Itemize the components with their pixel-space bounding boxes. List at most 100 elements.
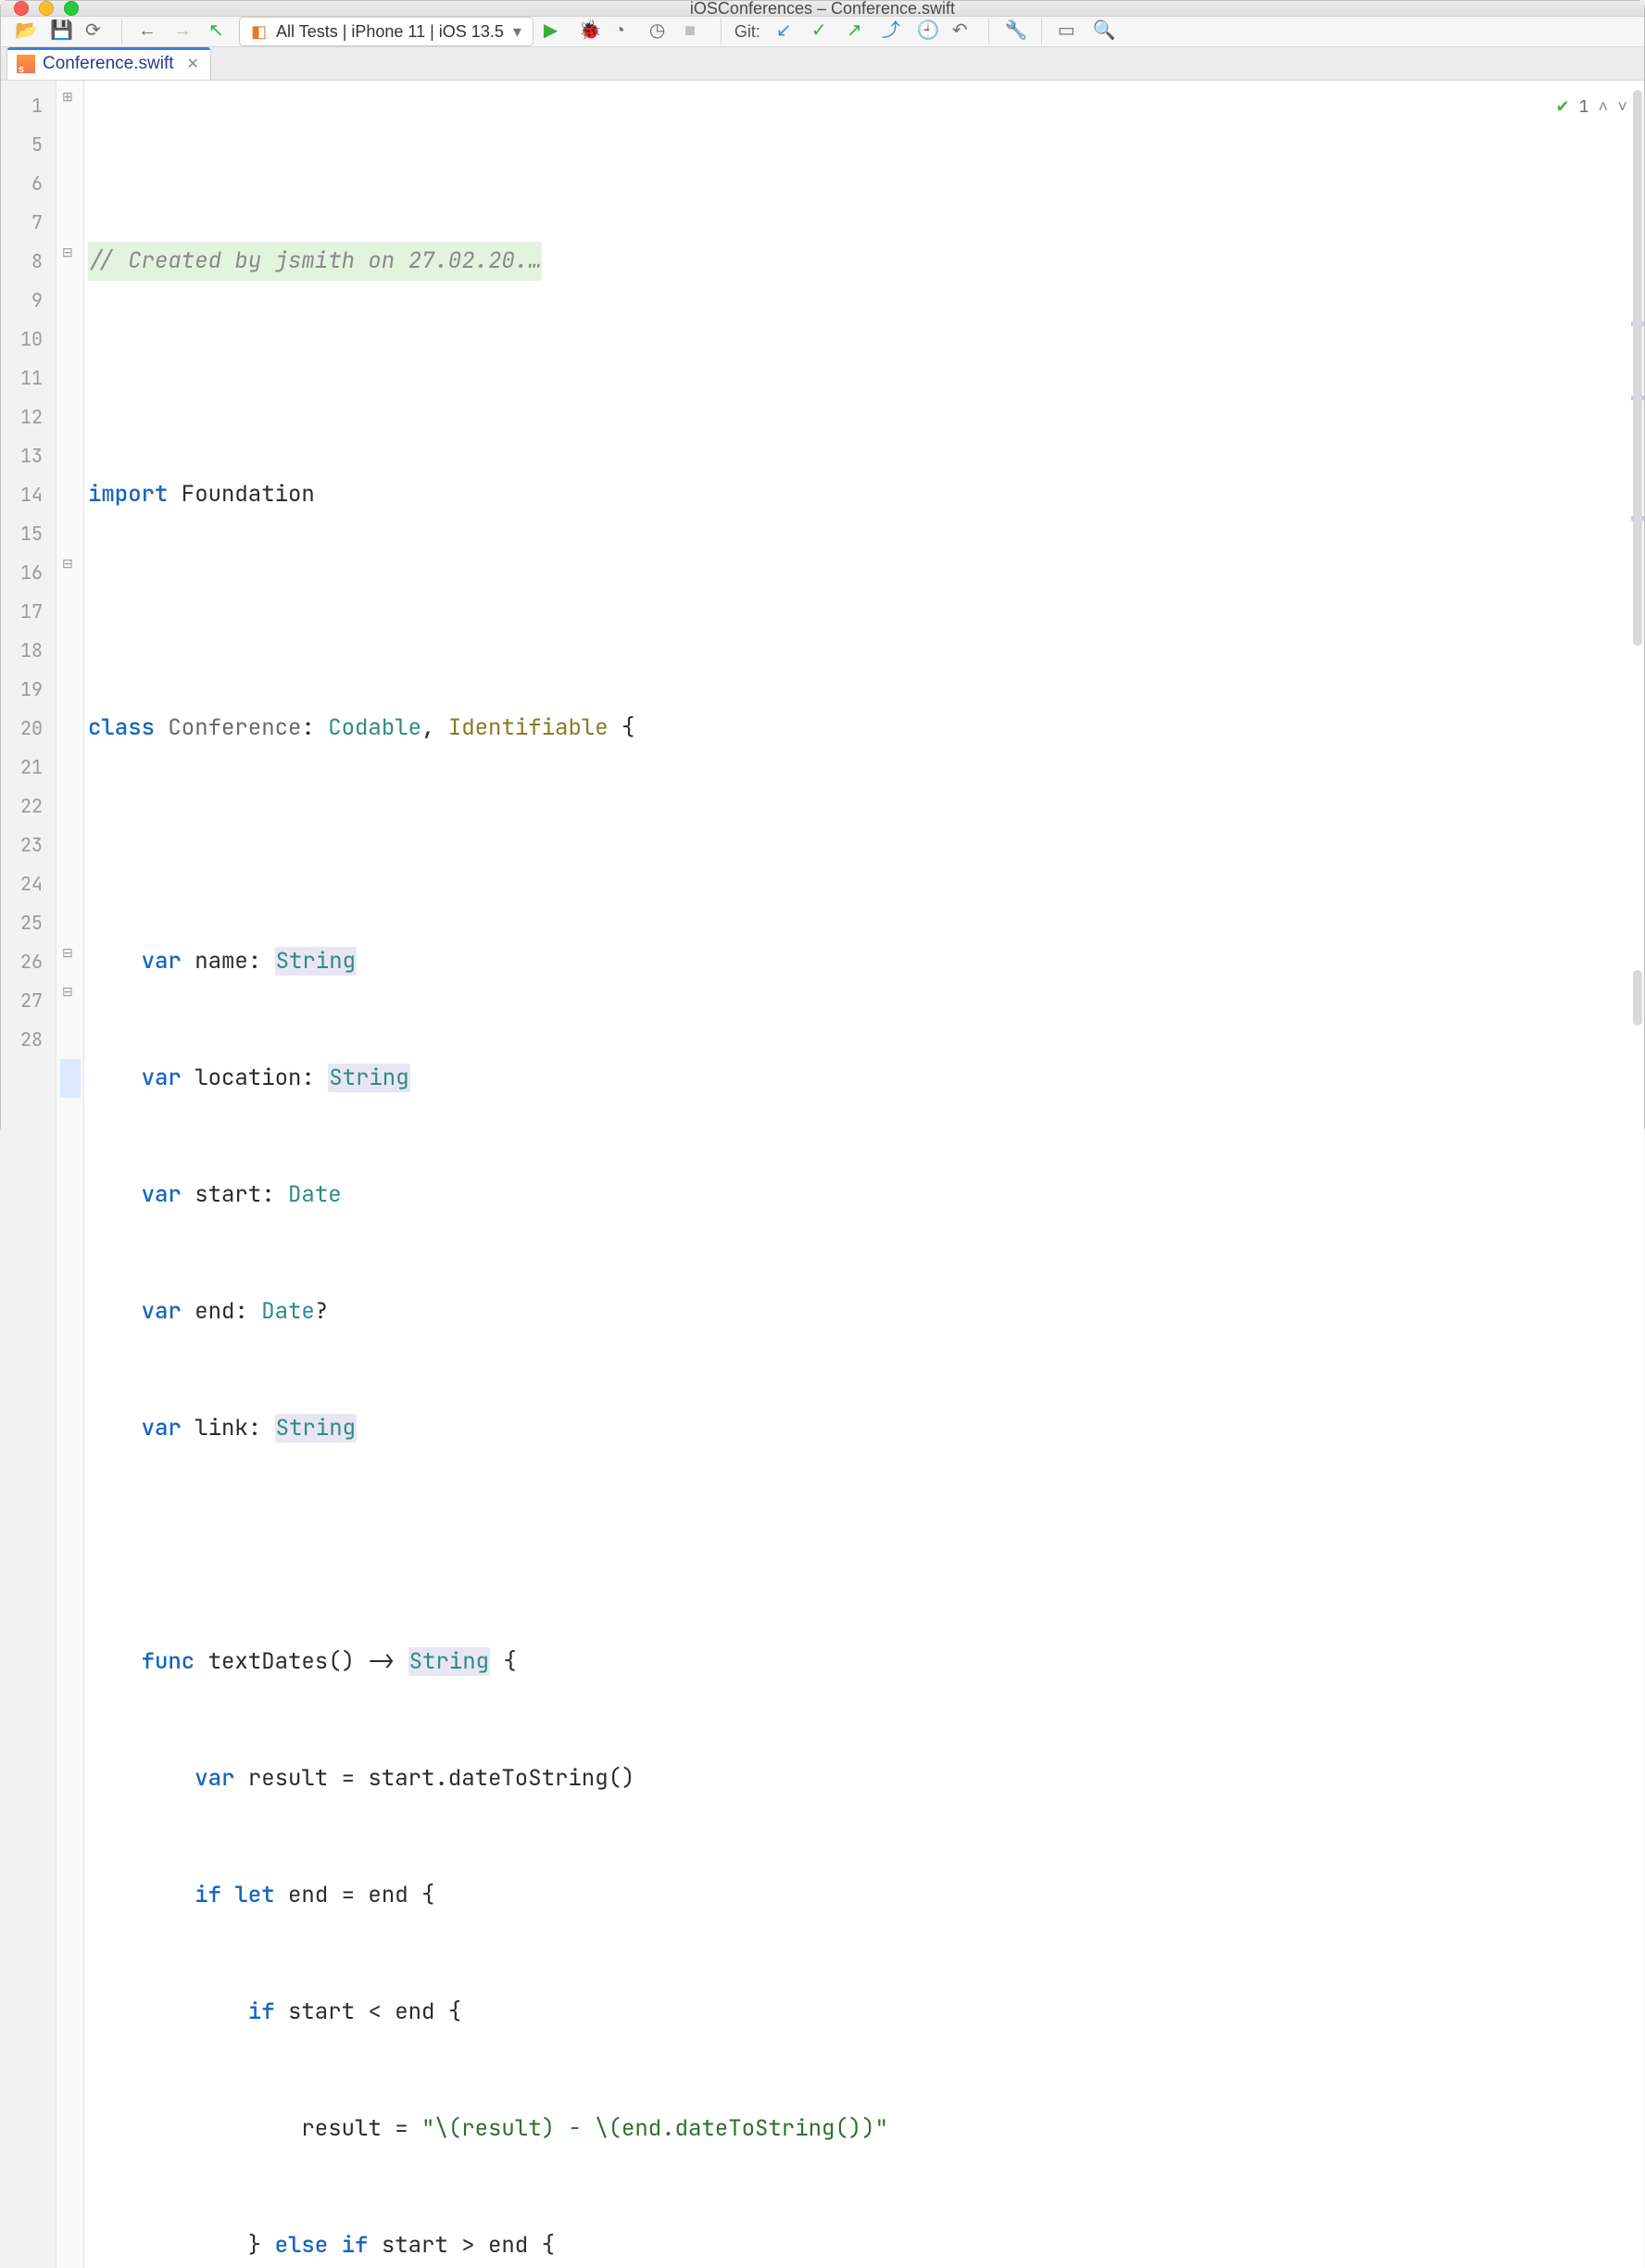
profile-icon[interactable]: ◷ [645,17,674,46]
code-keyword: class [88,713,168,742]
code-keyword: var [88,1414,195,1443]
code-text: Foundation [168,480,314,509]
breakpoint-marker[interactable] [60,1059,81,1098]
code-text: link: [195,1414,274,1443]
code-keyword: var [88,1764,248,1793]
close-window-button[interactable] [14,1,29,16]
code-keyword: func [88,1647,208,1676]
code-type: String [275,947,357,976]
line-number[interactable]: 13 [1,436,56,475]
git-commit-icon[interactable]: ✓ [807,17,836,46]
editor-tabs: Conference.swift ✕ [1,47,1644,81]
line-number[interactable]: 21 [1,748,56,787]
editor: 1567891011121314151617181920212223242526… [1,81,1644,2268]
code-protocol: Identifiable [448,713,609,742]
run-config-text: All Tests | iPhone 11 | iOS 13.5 [276,22,504,42]
fold-collapse-icon[interactable]: ⊟ [62,246,75,258]
scrollbar-thumb[interactable] [1633,970,1642,1026]
code-type: Date [288,1180,342,1209]
code-type: String [275,1414,357,1443]
run-config-selector[interactable]: ◧ All Tests | iPhone 11 | iOS 13.5 ▾ [239,17,534,46]
scrollbar-thumb[interactable] [1633,90,1642,646]
close-tab-icon[interactable]: ✕ [187,55,199,73]
rollback-icon[interactable]: ↶ [948,17,977,46]
line-number[interactable]: 18 [1,631,56,670]
code-string: "\(result) - \(end.dateToString())" [421,2114,888,2143]
line-number[interactable]: 23 [1,825,56,864]
line-number[interactable]: 28 [1,1020,56,1059]
minimize-window-button[interactable] [39,1,54,16]
code-text: , [421,713,448,742]
line-number[interactable]: 9 [1,281,56,320]
search-icon[interactable]: 🔍 [1088,17,1118,46]
code-text: end: [195,1297,261,1326]
line-number[interactable]: 25 [1,903,56,942]
code-keyword: let [234,1881,288,1909]
maximize-window-button[interactable] [64,1,79,16]
debug-icon[interactable]: 🐞 [574,17,604,46]
line-number[interactable]: 17 [1,592,56,631]
line-number[interactable]: 19 [1,670,56,709]
line-number[interactable]: 16 [1,553,56,592]
line-number[interactable]: 1 [1,86,56,125]
separator [1041,19,1042,44]
line-number[interactable]: 22 [1,787,56,825]
nav-back-icon[interactable]: ← [133,17,163,46]
nav-up-icon[interactable]: ↖ [204,17,233,46]
line-number[interactable]: 15 [1,514,56,553]
tab-label: Conference.swift [43,54,174,74]
up-icon[interactable]: ˄ [1598,88,1608,127]
fold-end-icon: ⊟ [62,946,75,959]
device-icon[interactable]: ▭ [1053,17,1083,46]
line-number[interactable]: 14 [1,475,56,514]
code-keyword: else if [275,2231,382,2260]
code-comment: // Created by jsmith on 27.02.20.… [88,242,542,281]
code-keyword: import [88,480,168,509]
code-keyword: var [88,1064,195,1092]
history-icon[interactable]: 🕘 [912,17,942,46]
line-number[interactable]: 6 [1,164,56,203]
line-number[interactable]: 26 [1,942,56,981]
line-number[interactable]: 20 [1,709,56,748]
line-number[interactable]: 12 [1,397,56,436]
build-icon: ◧ [251,22,267,42]
git-pull-icon[interactable]: ↙ [772,17,801,46]
line-number[interactable]: 10 [1,320,56,359]
save-icon[interactable]: 💾 [45,17,75,46]
swift-file-icon [17,55,35,73]
git-push-icon[interactable]: ↗ [842,17,872,46]
line-number[interactable]: 5 [1,125,56,164]
fold-collapse-icon[interactable]: ⊟ [62,557,75,570]
code-text: result = [88,2114,421,2143]
line-number[interactable]: 8 [1,242,56,281]
file-tab[interactable]: Conference.swift ✕ [6,47,211,80]
settings-icon[interactable]: 🔧 [1000,17,1030,46]
run-icon[interactable]: ▶ [539,17,569,46]
main-toolbar: 📂 💾 ⟳ ← → ↖ ◧ All Tests | iPhone 11 | iO… [1,17,1644,47]
open-icon[interactable]: 📂 [10,17,40,46]
nav-forward-icon[interactable]: → [169,17,198,46]
code-text: textDates() -> [208,1647,408,1676]
inspection-count: 1 [1579,88,1589,127]
code-text: name: [195,947,274,976]
git-update-icon[interactable]: ⤴ [877,17,907,46]
fold-expand-icon[interactable]: ⊞ [62,90,75,103]
fold-gutter[interactable]: ⊞ ⊟ ⊟ ⊟ ⊟ [57,81,84,2268]
separator [721,19,722,44]
code-type: Date [261,1297,315,1326]
git-label: Git: [735,22,760,42]
check-icon: ✔︎ [1555,88,1569,127]
line-number[interactable]: 11 [1,359,56,397]
line-number-gutter[interactable]: 1567891011121314151617181920212223242526… [1,81,57,2268]
line-number[interactable]: 7 [1,203,56,242]
stop-icon[interactable]: ■ [680,17,709,46]
separator [121,19,122,44]
coverage-icon[interactable]: ◔ [609,17,639,46]
line-number[interactable]: 24 [1,864,56,903]
line-number[interactable]: 27 [1,981,56,1020]
code-type: Codable [328,713,421,742]
down-icon[interactable]: ˅ [1617,88,1627,127]
code-area[interactable]: // Created by jsmith on 27.02.20.… impor… [84,81,1644,2268]
sync-icon[interactable]: ⟳ [81,17,110,46]
inspection-widget[interactable]: ✔︎ 1 ˄ ˅ [1555,88,1627,127]
